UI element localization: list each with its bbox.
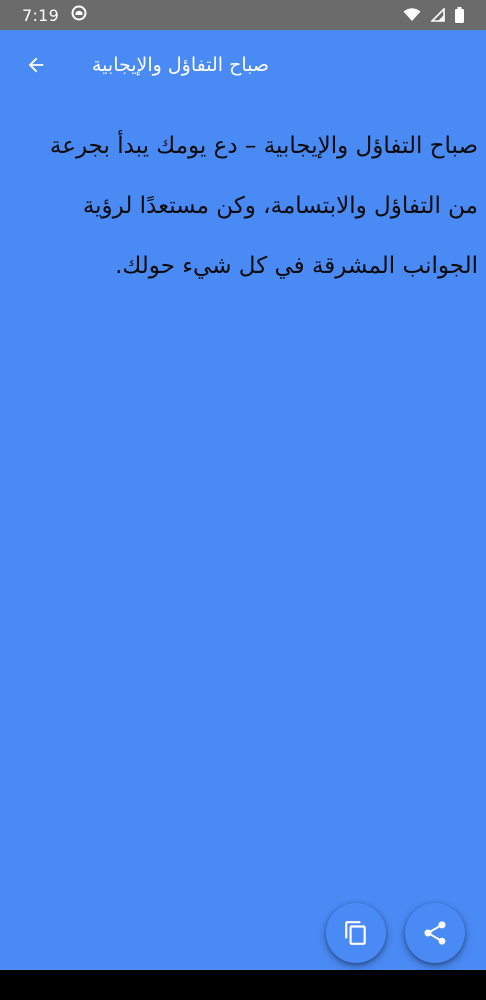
message-text: صباح التفاؤل والإيجابية – دع يومك يبدأ ب… (49, 133, 478, 279)
share-icon (424, 921, 446, 945)
screen: 7:19 صباح التفاؤل والإيجابية صباح التفاؤ… (0, 0, 486, 1000)
arrow-back-icon (28, 57, 44, 73)
wifi-icon (403, 8, 421, 22)
signal-icon (431, 8, 445, 22)
copy-button[interactable] (326, 903, 386, 963)
app-bar: صباح التفاؤل والإيجابية (0, 30, 486, 100)
status-left: 7:19 (22, 5, 87, 25)
copy-icon (345, 921, 366, 945)
battery-icon (455, 7, 464, 23)
navigation-bar (0, 970, 486, 1000)
status-bar: 7:19 (0, 0, 486, 30)
back-button[interactable] (14, 43, 58, 87)
status-time: 7:19 (22, 5, 60, 25)
home-handle[interactable] (186, 983, 300, 987)
notification-icon (71, 5, 87, 25)
status-right (403, 7, 464, 23)
page-title: صباح التفاؤل والإيجابية (92, 54, 270, 76)
share-button[interactable] (405, 903, 465, 963)
